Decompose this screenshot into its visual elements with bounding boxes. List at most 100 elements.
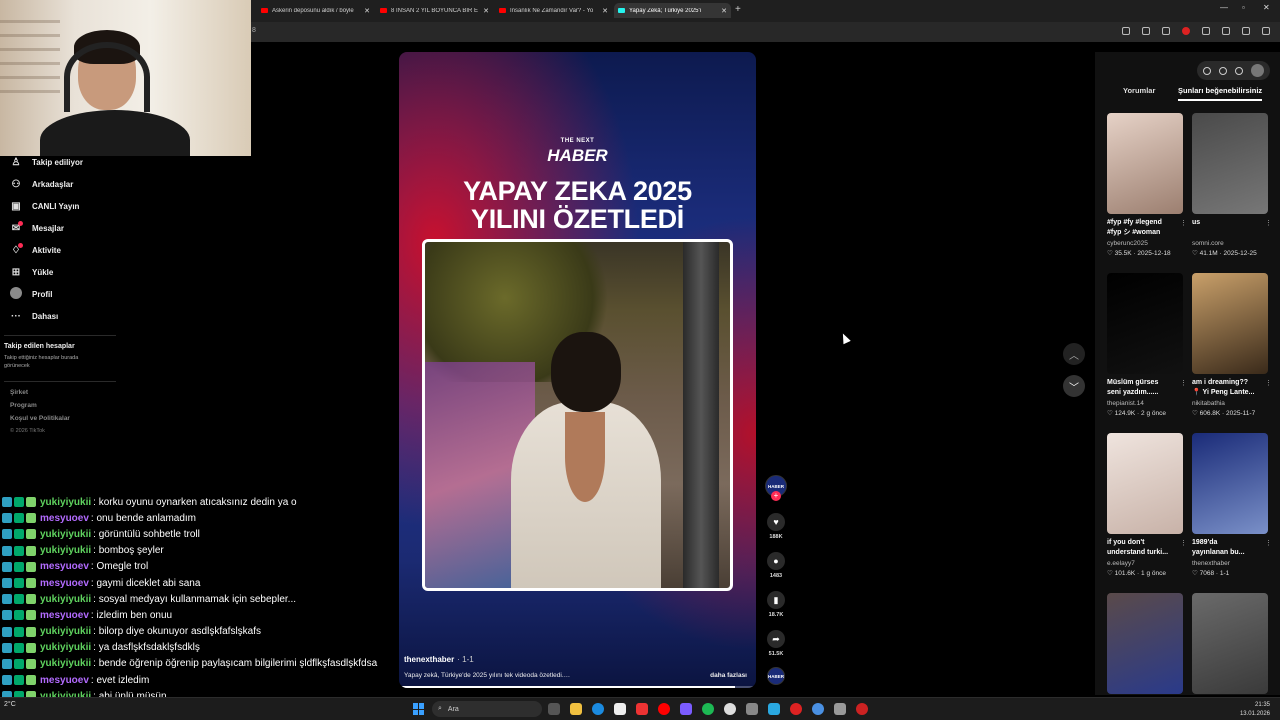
more-options-icon[interactable]: ⋮ [1180,539,1187,547]
suggested-video-card[interactable]: if you don't understand turki... e.eelayy… [1107,433,1187,577]
edge-icon[interactable] [592,703,604,715]
comment-button[interactable]: ● 1483 [764,552,788,579]
suggested-video-card[interactable]: #fyp #fy #legend #fyp シ #woman cyberunc20… [1107,113,1187,257]
video-author[interactable]: thenexthaber · 1-1 [404,655,474,664]
browser-tab[interactable]: 8 İNSAN 2 YIL BOYUNCA BİR E ✕ [376,3,493,18]
download-icon[interactable] [1235,66,1243,75]
sidebar-item-following[interactable]: ♙ Takip ediliyor [10,154,83,170]
app-icon[interactable] [768,703,780,715]
extensions-icon[interactable] [1202,27,1210,35]
maximize-icon[interactable]: ▫ [1242,3,1245,12]
tab-comments[interactable]: Yorumlar [1123,86,1155,95]
more-options-icon[interactable]: ⋮ [1265,219,1272,227]
chat-username[interactable]: yukiyiyukii [40,545,91,556]
chat-username[interactable]: yukiyiyukii [40,497,91,508]
suggested-video-card[interactable]: Müslüm gürses seni yazdım...... thepianis… [1107,273,1187,417]
menu-icon[interactable] [1262,27,1270,35]
file-explorer-icon[interactable] [570,703,582,715]
sidebar-item-live[interactable]: ▣ CANLI Yayın [10,198,79,214]
extension-icon[interactable] [1182,27,1190,35]
creator-avatar[interactable]: HABER + [764,475,788,501]
chat-username[interactable]: mesyuoev [40,610,89,621]
suggested-video-card[interactable] [1192,593,1268,694]
video-player[interactable]: THE NEXT HABER YAPAY ZEKA 2025 YILINI ÖZ… [399,52,756,688]
suggested-video-card[interactable]: us somni.core ♡ 41.1M · 2025-12-25 ⋮ [1192,113,1272,257]
close-tab-icon[interactable]: ✕ [721,7,727,15]
next-video-button[interactable]: ﹀ [1063,375,1085,397]
close-window-icon[interactable]: ✕ [1263,3,1270,12]
suggested-video-card[interactable]: 1989'da yayınlanan bu... thenexthaber ♡ 70… [1192,433,1272,577]
tab-suggestions[interactable]: Şunları beğenebilirsiniz [1178,86,1263,101]
app-icon[interactable] [834,703,846,715]
media-icon[interactable] [1222,27,1230,35]
video-thumbnail[interactable] [1107,113,1183,214]
sidebar-item-friends[interactable]: ⚇ Arkadaşlar [10,176,74,192]
video-thumbnail[interactable] [1107,433,1183,534]
cast-icon[interactable] [1122,27,1130,35]
close-tab-icon[interactable]: ✕ [602,7,608,15]
previous-video-button[interactable]: ︿ [1063,343,1085,365]
chat-username[interactable]: yukiyiyukii [40,529,91,540]
more-options-icon[interactable]: ⋮ [1180,219,1187,227]
app-icon[interactable] [790,703,802,715]
sound-avatar[interactable]: HABER [764,667,788,685]
weather-widget[interactable]: 2°C [4,701,16,708]
close-tab-icon[interactable]: ✕ [483,7,489,15]
footer-link-company[interactable]: Şirket [10,389,28,396]
app-icon[interactable] [636,703,648,715]
browser-tab[interactable]: İnsanlık Ne Zamandır Var? - Yo ✕ [495,3,612,18]
card-author[interactable]: thepianist.14 [1107,400,1183,407]
like-button[interactable]: ♥ 188K [764,513,788,540]
chat-username[interactable]: mesyuoev [40,561,89,572]
sidebar-item-activity[interactable]: ♢ Aktivite [10,242,61,258]
sidebar-item-more[interactable]: ··· Dahası [10,308,58,324]
system-clock[interactable]: 21:35 13.01.2026 [1240,701,1270,719]
app-icon[interactable] [746,703,758,715]
chat-username[interactable]: mesyuoev [40,578,89,589]
more-button[interactable]: daha fazlası [710,672,747,679]
video-thumbnail[interactable] [1192,433,1268,534]
video-thumbnail[interactable] [1192,113,1268,214]
sidebar-item-profile[interactable]: Profil [10,286,52,302]
video-thumbnail[interactable] [1192,273,1268,374]
video-progress-bar[interactable] [399,686,756,688]
card-author[interactable]: cyberunc2025 [1107,240,1183,247]
chat-username[interactable]: yukiyiyukii [40,626,91,637]
chat-username[interactable]: mesyuoev [40,675,89,686]
video-thumbnail[interactable] [1107,593,1183,694]
app-icon[interactable] [856,703,868,715]
youtube-app-icon[interactable] [658,703,670,715]
compass-icon[interactable] [1203,66,1211,75]
app-icon[interactable] [680,703,692,715]
suggested-video-card[interactable] [1107,593,1183,694]
share-button[interactable]: ➦ 51.5K [764,630,788,657]
bookmark-star-icon[interactable] [1162,27,1170,35]
browser-tab[interactable]: Askerin deposunu aldık / böyle ✕ [257,3,374,18]
chat-username[interactable]: yukiyiyukii [40,594,91,605]
more-options-icon[interactable]: ⋮ [1180,379,1187,387]
browser-tab-active[interactable]: Yapay Zekâ; Türkiye 2025'i ✕ [614,3,731,18]
card-author[interactable]: thenexthaber [1192,560,1268,567]
footer-link-terms[interactable]: Koşul ve Politikalar [10,415,70,422]
translate-icon[interactable] [1142,27,1150,35]
card-author[interactable]: somni.core [1192,240,1268,247]
card-author[interactable]: nikitabathia [1192,400,1268,407]
spotify-icon[interactable] [702,703,714,715]
suggested-video-card[interactable]: am i dreaming?? 📍 Yi Peng Lante... nikita… [1192,273,1272,417]
sidebar-item-upload[interactable]: ⊞ Yükle [10,264,54,280]
sidebar-item-messages[interactable]: ✉ Mesajlar [10,220,64,236]
more-options-icon[interactable]: ⋮ [1265,539,1272,547]
footer-link-program[interactable]: Program [10,402,37,409]
task-view-icon[interactable] [548,703,560,715]
user-avatar[interactable] [1251,64,1264,77]
chat-username[interactable]: mesyuoev [40,513,89,524]
windows-start-icon[interactable] [413,703,425,715]
app-icon[interactable] [614,703,626,715]
card-author[interactable]: e.eelayy7 [1107,560,1183,567]
device-icon[interactable] [1219,66,1227,75]
follow-plus-icon[interactable]: + [771,491,781,501]
app-icon[interactable] [812,703,824,715]
profile-icon[interactable] [1242,27,1250,35]
more-options-icon[interactable]: ⋮ [1265,379,1272,387]
video-thumbnail[interactable] [1192,593,1268,694]
